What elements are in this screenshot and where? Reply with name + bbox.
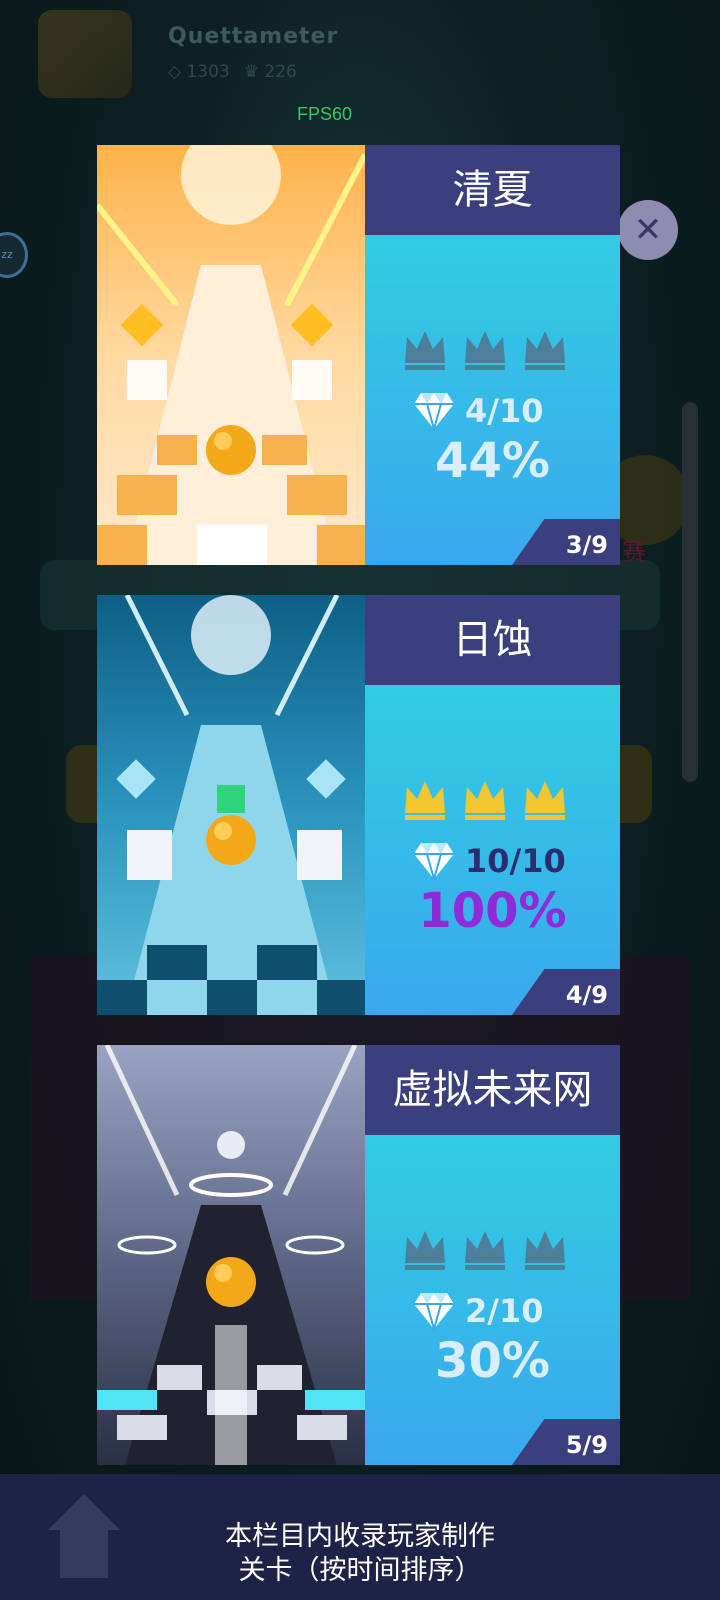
- gem-count: 10/10: [465, 842, 566, 880]
- level-thumbnail: [97, 595, 365, 1015]
- crown-stat: ♛ 226: [243, 62, 297, 82]
- crown-icon: [465, 331, 505, 370]
- gem-count: 4/10: [465, 392, 544, 430]
- player-header: Quettameter ◇ 1303 ♛ 226: [38, 10, 358, 98]
- level-info: 日蚀 10/10 100% 4/9: [365, 595, 620, 1015]
- scrollbar[interactable]: [682, 402, 698, 782]
- level-thumbnail: [97, 1045, 365, 1465]
- page-indicator: 4/9: [512, 969, 620, 1015]
- crown-icon: [525, 1231, 565, 1270]
- gem-progress: 4/10: [413, 391, 543, 431]
- page-number: 5/9: [565, 1431, 608, 1459]
- page-number: 3/9: [565, 531, 608, 559]
- page-indicator: 5/9: [512, 1419, 620, 1465]
- footer-line-1: 本栏目内收录玩家制作: [225, 1521, 495, 1552]
- completion-percent: 100%: [418, 883, 567, 939]
- crown-icon: [525, 781, 565, 820]
- crown-icon: [465, 1231, 505, 1270]
- completion-percent: 44%: [435, 433, 550, 489]
- gem-progress: 2/10: [413, 1291, 543, 1331]
- diamond-icon: [414, 843, 454, 881]
- crown-icon: [405, 781, 445, 820]
- close-button[interactable]: ✕: [618, 200, 678, 260]
- level-info: 虚拟未来网 2/10 30% 5/9: [365, 1045, 620, 1465]
- page-number: 4/9: [565, 981, 608, 1009]
- page-indicator: 3/9: [512, 519, 620, 565]
- crown-rating: [401, 1225, 569, 1273]
- level-title: 清夏: [365, 145, 620, 235]
- footer-banner: 本栏目内收录玩家制作 关卡（按时间排序）: [0, 1474, 720, 1600]
- crown-icon: [525, 331, 565, 370]
- level-card[interactable]: 清夏 4/10 44% 3/9: [97, 145, 620, 565]
- completion-percent: 30%: [435, 1333, 550, 1389]
- diamond-icon: [414, 1293, 454, 1331]
- crown-icon: [465, 781, 505, 820]
- gem-stat: ◇ 1303: [168, 62, 230, 82]
- player-name: Quettameter: [168, 24, 339, 49]
- crown-icon: [405, 1231, 445, 1270]
- level-card[interactable]: 日蚀 10/10 100% 4/9: [97, 595, 620, 1015]
- footer-description: 本栏目内收录玩家制作 关卡（按时间排序）: [0, 1520, 720, 1588]
- fps-counter: FPS60: [297, 104, 353, 124]
- crown-rating: [401, 325, 569, 373]
- background-red-text: 赛: [622, 538, 646, 566]
- gem-progress: 10/10: [413, 841, 566, 881]
- level-card[interactable]: 虚拟未来网 2/10 30% 5/9: [97, 1045, 620, 1465]
- footer-line-2: 关卡（按时间排序）: [238, 1555, 482, 1586]
- player-avatar: [38, 10, 132, 98]
- player-stats: ◇ 1303 ♛ 226: [168, 62, 297, 82]
- gem-count: 2/10: [465, 1292, 544, 1330]
- level-info: 清夏 4/10 44% 3/9: [365, 145, 620, 565]
- level-title: 日蚀: [365, 595, 620, 685]
- close-icon: ✕: [633, 210, 663, 250]
- level-title: 虚拟未来网: [365, 1045, 620, 1135]
- crown-icon: [405, 331, 445, 370]
- diamond-icon: [414, 393, 454, 431]
- crown-rating: [401, 775, 569, 823]
- level-thumbnail: [97, 145, 365, 565]
